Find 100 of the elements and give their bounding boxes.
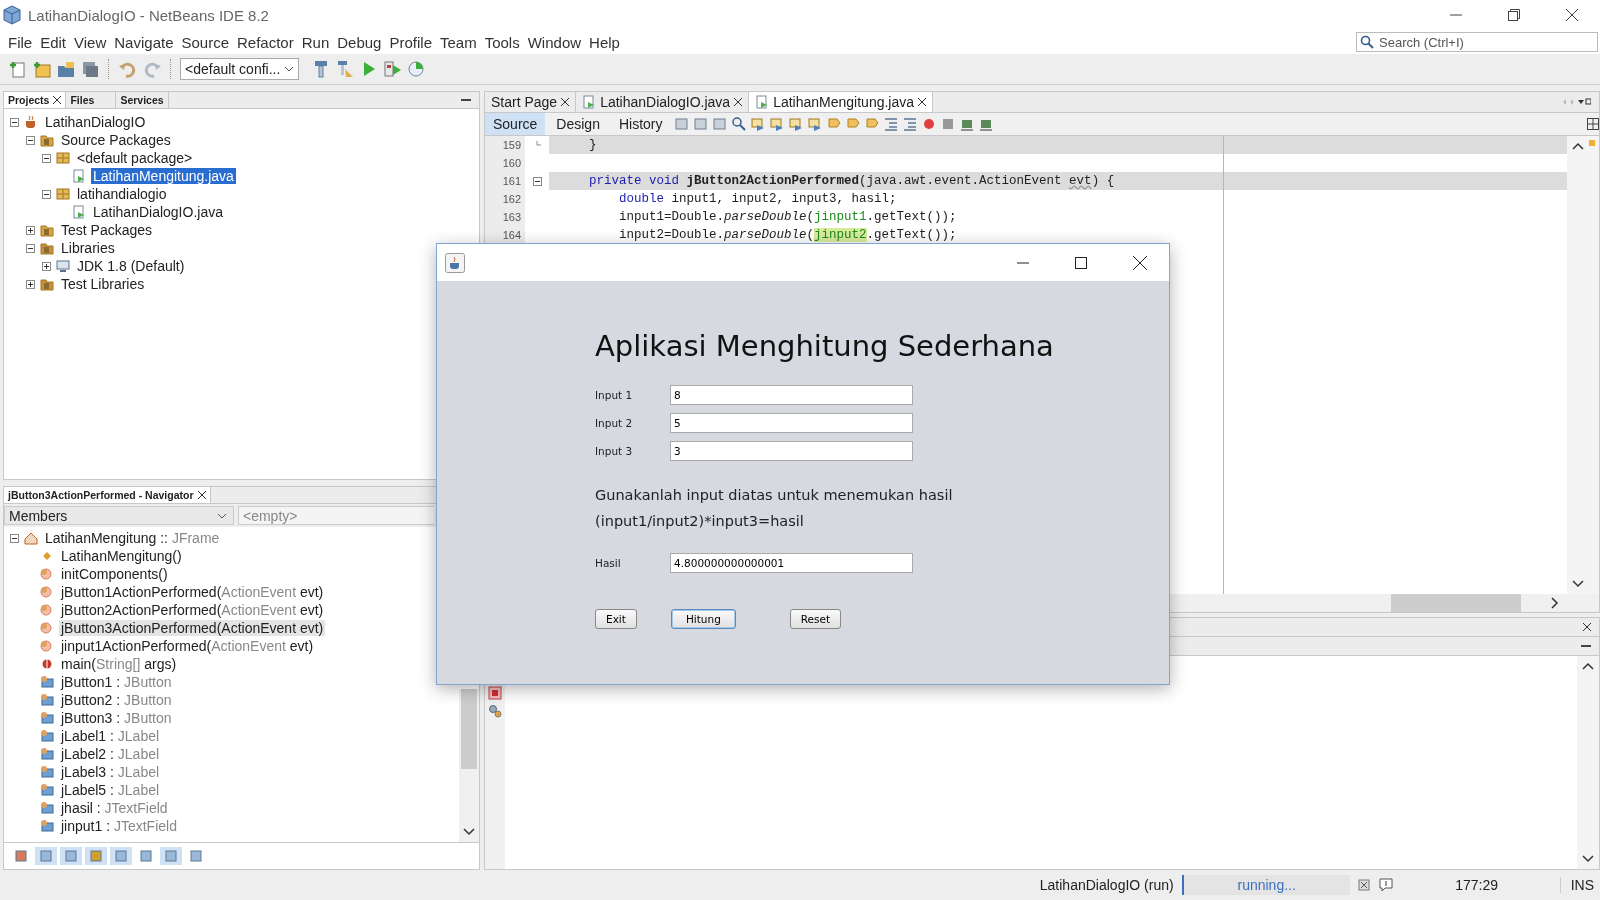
fold-icon[interactable] [532, 176, 542, 186]
chevron-right-icon[interactable] [1551, 597, 1559, 609]
search-field[interactable]: Search (Ctrl+I) [1356, 32, 1598, 52]
tree-item[interactable]: latihandialogio [75, 186, 169, 202]
tree-item[interactable]: Libraries [59, 240, 117, 256]
square-icon[interactable] [35, 847, 57, 865]
tree-item[interactable]: <default package> [75, 150, 195, 166]
tree-item[interactable]: jLabel3 : JLabel [59, 764, 162, 780]
tree-item[interactable]: jButton3ActionPerformed(ActionEvent evt) [59, 620, 326, 636]
chevron-down-icon[interactable] [1582, 855, 1594, 863]
tree-item[interactable]: jLabel2 : JLabel [59, 746, 162, 762]
menu-item[interactable]: Window [523, 33, 586, 51]
menu-item[interactable]: View [70, 33, 111, 51]
tree-item[interactable]: main(String[] args) [59, 656, 179, 672]
menu-item[interactable]: Team [436, 33, 481, 51]
dialog-button[interactable]: Hitung [670, 609, 736, 629]
menu-item[interactable]: Debug [333, 33, 386, 51]
tree-item[interactable]: jinput1ActionPerformed(ActionEvent evt) [59, 638, 316, 654]
menu-item[interactable]: Edit [36, 33, 71, 51]
input-field[interactable]: 3 [670, 441, 913, 461]
scrollbar[interactable] [1391, 594, 1521, 612]
tree-item[interactable]: jButton3 : JButton [59, 710, 174, 726]
panel-tab[interactable]: Projects [4, 92, 67, 108]
chevron-up-icon[interactable] [1572, 142, 1584, 150]
configuration-dropdown[interactable]: <default confi... [180, 58, 300, 80]
collapse-icon[interactable] [10, 533, 19, 543]
close-icon[interactable] [734, 98, 743, 106]
dialog-button[interactable]: Reset [789, 609, 842, 629]
menu-item[interactable]: Navigate [110, 33, 178, 51]
tree-item[interactable]: JDK 1.8 (Default) [75, 258, 187, 274]
new-file-icon[interactable] [8, 59, 28, 79]
close-icon[interactable] [561, 98, 570, 106]
tree-item[interactable]: jButton1 : JButton [59, 674, 174, 690]
tree-item[interactable]: jButton2ActionPerformed(ActionEvent evt) [59, 602, 326, 618]
close-icon[interactable] [918, 98, 927, 106]
chevron-up-icon[interactable] [1582, 662, 1594, 670]
input-field[interactable]: 5 [670, 413, 913, 433]
panel-tab[interactable]: Files [66, 92, 117, 108]
tree-item[interactable]: jhasil : JTextField [59, 800, 170, 816]
editor-tab[interactable]: LatihanMengitung.java [749, 92, 934, 112]
result-field[interactable]: 4.800000000000001 [670, 553, 913, 573]
clean-build-icon[interactable] [335, 59, 356, 79]
expand-icon[interactable] [42, 261, 51, 271]
menu-item[interactable]: Tools [480, 33, 524, 51]
tree-item[interactable]: jinput1 : JTextField [59, 818, 179, 834]
menu-item[interactable]: Help [585, 33, 624, 51]
tree-item[interactable]: LatihanMengitung :: JFrame [43, 530, 222, 546]
close-icon[interactable] [197, 491, 206, 499]
tree-item[interactable]: jLabel1 : JLabel [59, 728, 162, 744]
menu-item[interactable]: Source [177, 33, 233, 51]
tree-item[interactable]: Test Packages [59, 222, 155, 238]
progress-bar[interactable]: running... [1181, 875, 1350, 895]
tree-item[interactable]: LatihanMengitung() [59, 548, 184, 564]
menu-item[interactable]: File [4, 33, 37, 51]
tree-item[interactable]: jButton2 : JButton [59, 692, 174, 708]
panel-tab[interactable]: jButton3ActionPerformed - Navigator [4, 487, 211, 503]
menu-item[interactable]: Refactor [233, 33, 298, 51]
new-project-icon[interactable] [32, 59, 52, 79]
tree-item[interactable]: jLabel5 : JLabel [59, 782, 162, 798]
tree-item[interactable]: LatihanDialogIO.java [91, 204, 225, 220]
input-field[interactable]: 8 [670, 385, 913, 405]
notification-icon[interactable] [1377, 877, 1394, 893]
scrollbar[interactable] [459, 689, 479, 842]
tree-item[interactable]: jButton1ActionPerformed(ActionEvent evt) [59, 584, 326, 600]
magnifier-icon[interactable] [730, 116, 747, 132]
view-tab[interactable]: History [610, 113, 671, 135]
close-icon[interactable] [53, 96, 62, 104]
stop-icon[interactable] [488, 686, 502, 700]
tree-item[interactable]: Test Libraries [59, 276, 147, 292]
expand-icon[interactable] [26, 279, 35, 289]
split-icon[interactable] [1587, 118, 1599, 130]
menu-item[interactable]: Run [297, 33, 334, 51]
close-icon[interactable] [1133, 255, 1147, 270]
collapse-icon[interactable] [42, 189, 51, 199]
chevron-down-icon[interactable] [1572, 580, 1584, 588]
save-icon[interactable] [80, 59, 100, 79]
expand-icon[interactable] [26, 225, 35, 235]
tree-item[interactable]: Source Packages [59, 132, 173, 148]
warning-marker[interactable] [1589, 140, 1595, 146]
members-dropdown[interactable]: Members [4, 506, 234, 525]
tree-item[interactable]: initComponents() [59, 566, 170, 582]
gears-icon[interactable] [488, 704, 502, 718]
view-tab[interactable]: Source [485, 113, 546, 135]
maximize-icon[interactable] [1075, 256, 1087, 269]
chevron-down-icon[interactable] [463, 828, 475, 836]
collapse-icon[interactable] [26, 135, 35, 145]
open-folder-icon[interactable] [56, 59, 76, 79]
panel-tab[interactable]: Services [116, 92, 169, 108]
cancel-icon[interactable] [1357, 879, 1370, 891]
collapse-icon[interactable] [10, 117, 19, 127]
view-tab[interactable]: Design [548, 113, 608, 135]
tree-item[interactable]: LatihanMengitung.java [91, 168, 236, 184]
menu-item[interactable]: Profile [385, 33, 436, 51]
window-menu-icon[interactable] [1561, 97, 1591, 107]
close-icon[interactable] [1566, 9, 1578, 21]
close-icon[interactable] [1583, 623, 1591, 631]
tree-item[interactable]: LatihanDialogIO [43, 114, 148, 130]
dialog-button[interactable]: Exit [595, 609, 637, 629]
collapse-icon[interactable] [42, 153, 51, 163]
restore-icon[interactable] [1508, 9, 1520, 21]
